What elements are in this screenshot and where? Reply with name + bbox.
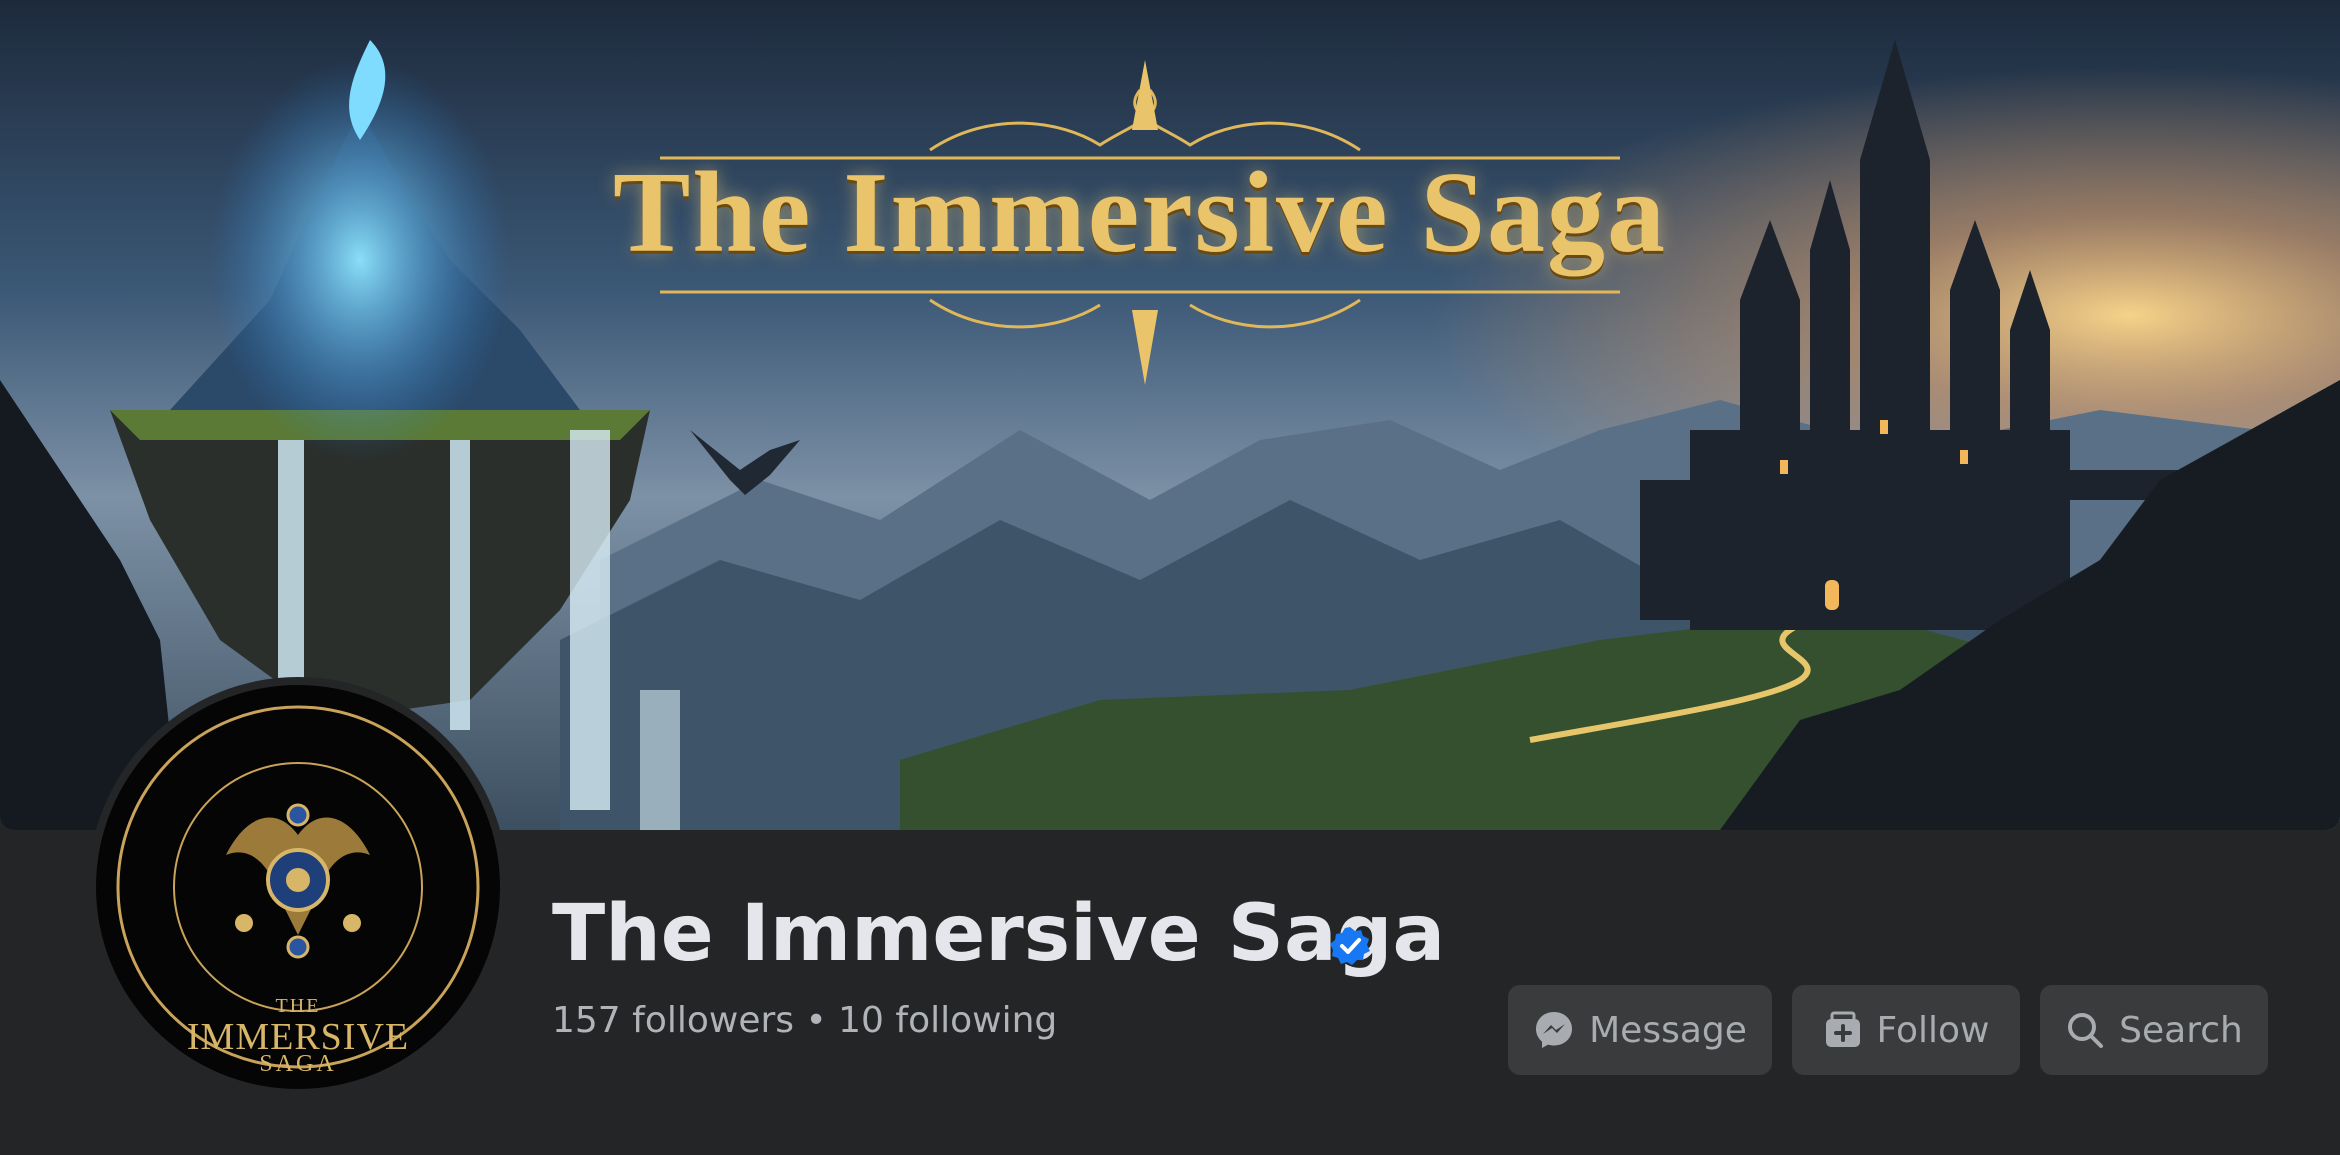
follow-page-icon xyxy=(1825,1011,1860,1047)
message-button-label: Message xyxy=(1589,1009,1747,1051)
follow-button-label: Follow xyxy=(1876,1009,1990,1051)
search-button-label: Search xyxy=(2119,1009,2243,1051)
messenger-icon xyxy=(1536,1012,1573,1048)
avatar-logo: THE IMMERSIVE SAGA xyxy=(96,685,500,1089)
avatar-text-saga: SAGA xyxy=(259,1051,337,1077)
page-title: The Immersive Saga xyxy=(552,889,1446,979)
message-button[interactable]: Message xyxy=(1508,985,1772,1075)
search-button[interactable]: Search xyxy=(2040,985,2268,1075)
verified-badge-icon xyxy=(1330,927,1370,965)
profile-avatar[interactable]: THE IMMERSIVE SAGA xyxy=(88,677,508,1097)
search-icon xyxy=(2068,1013,2104,1048)
follower-stats[interactable]: 157 followers • 10 following xyxy=(552,1000,1057,1041)
cover-title: The Immersive Saga xyxy=(612,149,1668,277)
follow-button[interactable]: Follow xyxy=(1792,985,2020,1075)
